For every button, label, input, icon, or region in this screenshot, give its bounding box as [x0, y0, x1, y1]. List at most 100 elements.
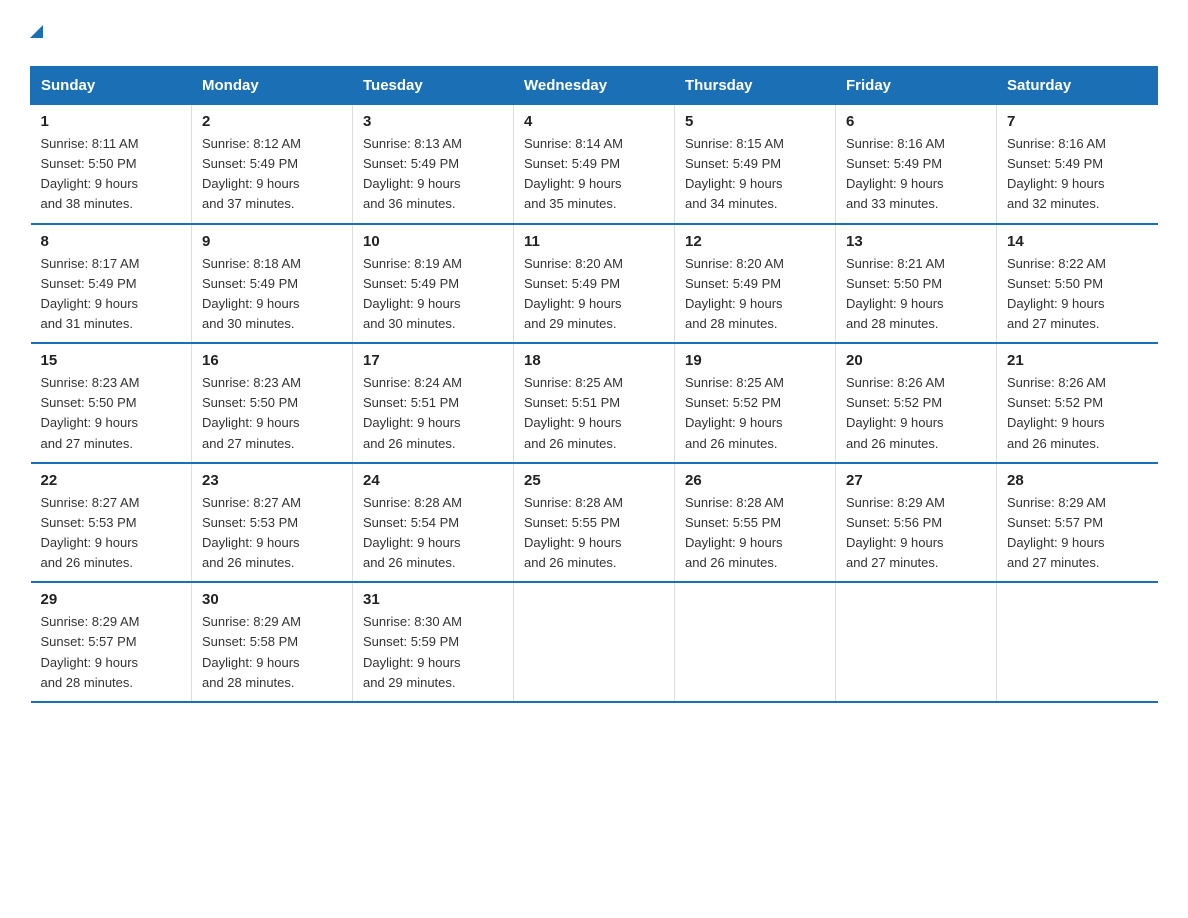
day-cell: 5 Sunrise: 8:15 AMSunset: 5:49 PMDayligh… — [675, 105, 836, 224]
day-cell: 6 Sunrise: 8:16 AMSunset: 5:49 PMDayligh… — [836, 105, 997, 224]
day-info: Sunrise: 8:23 AMSunset: 5:50 PMDaylight:… — [41, 375, 140, 450]
day-info: Sunrise: 8:16 AMSunset: 5:49 PMDaylight:… — [846, 136, 945, 211]
day-info: Sunrise: 8:26 AMSunset: 5:52 PMDaylight:… — [846, 375, 945, 450]
week-row-5: 29 Sunrise: 8:29 AMSunset: 5:57 PMDaylig… — [31, 582, 1158, 702]
day-cell: 16 Sunrise: 8:23 AMSunset: 5:50 PMDaylig… — [192, 343, 353, 463]
day-info: Sunrise: 8:25 AMSunset: 5:52 PMDaylight:… — [685, 375, 784, 450]
day-info: Sunrise: 8:29 AMSunset: 5:57 PMDaylight:… — [1007, 495, 1106, 570]
day-cell: 7 Sunrise: 8:16 AMSunset: 5:49 PMDayligh… — [997, 105, 1158, 224]
day-info: Sunrise: 8:20 AMSunset: 5:49 PMDaylight:… — [524, 256, 623, 331]
day-info: Sunrise: 8:20 AMSunset: 5:49 PMDaylight:… — [685, 256, 784, 331]
day-info: Sunrise: 8:28 AMSunset: 5:55 PMDaylight:… — [524, 495, 623, 570]
day-number: 28 — [1007, 472, 1148, 489]
day-number: 22 — [41, 472, 182, 489]
day-number: 24 — [363, 472, 503, 489]
weekday-header-wednesday: Wednesday — [514, 67, 675, 105]
day-number: 27 — [846, 472, 986, 489]
day-number: 7 — [1007, 113, 1148, 130]
day-number: 19 — [685, 352, 825, 369]
day-info: Sunrise: 8:23 AMSunset: 5:50 PMDaylight:… — [202, 375, 301, 450]
day-number: 20 — [846, 352, 986, 369]
week-row-3: 15 Sunrise: 8:23 AMSunset: 5:50 PMDaylig… — [31, 343, 1158, 463]
day-number: 5 — [685, 113, 825, 130]
weekday-header-saturday: Saturday — [997, 67, 1158, 105]
logo — [30, 20, 43, 46]
day-number: 15 — [41, 352, 182, 369]
day-info: Sunrise: 8:28 AMSunset: 5:54 PMDaylight:… — [363, 495, 462, 570]
day-cell: 27 Sunrise: 8:29 AMSunset: 5:56 PMDaylig… — [836, 463, 997, 583]
day-cell: 17 Sunrise: 8:24 AMSunset: 5:51 PMDaylig… — [353, 343, 514, 463]
day-cell: 19 Sunrise: 8:25 AMSunset: 5:52 PMDaylig… — [675, 343, 836, 463]
day-number: 3 — [363, 113, 503, 130]
day-number: 11 — [524, 233, 664, 250]
day-number: 6 — [846, 113, 986, 130]
day-number: 9 — [202, 233, 342, 250]
day-number: 8 — [41, 233, 182, 250]
day-info: Sunrise: 8:27 AMSunset: 5:53 PMDaylight:… — [41, 495, 140, 570]
calendar-table: SundayMondayTuesdayWednesdayThursdayFrid… — [30, 66, 1158, 703]
weekday-header-sunday: Sunday — [31, 67, 192, 105]
weekday-header-tuesday: Tuesday — [353, 67, 514, 105]
day-info: Sunrise: 8:19 AMSunset: 5:49 PMDaylight:… — [363, 256, 462, 331]
day-cell — [514, 582, 675, 702]
day-number: 29 — [41, 591, 182, 608]
day-cell: 28 Sunrise: 8:29 AMSunset: 5:57 PMDaylig… — [997, 463, 1158, 583]
day-number: 1 — [41, 113, 182, 130]
day-cell: 24 Sunrise: 8:28 AMSunset: 5:54 PMDaylig… — [353, 463, 514, 583]
day-number: 17 — [363, 352, 503, 369]
day-cell — [997, 582, 1158, 702]
day-info: Sunrise: 8:27 AMSunset: 5:53 PMDaylight:… — [202, 495, 301, 570]
day-info: Sunrise: 8:26 AMSunset: 5:52 PMDaylight:… — [1007, 375, 1106, 450]
day-number: 18 — [524, 352, 664, 369]
week-row-2: 8 Sunrise: 8:17 AMSunset: 5:49 PMDayligh… — [31, 224, 1158, 344]
day-info: Sunrise: 8:16 AMSunset: 5:49 PMDaylight:… — [1007, 136, 1106, 211]
day-cell — [675, 582, 836, 702]
day-info: Sunrise: 8:14 AMSunset: 5:49 PMDaylight:… — [524, 136, 623, 211]
day-info: Sunrise: 8:17 AMSunset: 5:49 PMDaylight:… — [41, 256, 140, 331]
day-cell: 15 Sunrise: 8:23 AMSunset: 5:50 PMDaylig… — [31, 343, 192, 463]
day-number: 12 — [685, 233, 825, 250]
day-cell: 25 Sunrise: 8:28 AMSunset: 5:55 PMDaylig… — [514, 463, 675, 583]
day-info: Sunrise: 8:18 AMSunset: 5:49 PMDaylight:… — [202, 256, 301, 331]
day-cell: 11 Sunrise: 8:20 AMSunset: 5:49 PMDaylig… — [514, 224, 675, 344]
day-cell: 9 Sunrise: 8:18 AMSunset: 5:49 PMDayligh… — [192, 224, 353, 344]
weekday-header-friday: Friday — [836, 67, 997, 105]
day-number: 26 — [685, 472, 825, 489]
day-cell: 8 Sunrise: 8:17 AMSunset: 5:49 PMDayligh… — [31, 224, 192, 344]
day-cell: 3 Sunrise: 8:13 AMSunset: 5:49 PMDayligh… — [353, 105, 514, 224]
day-cell: 4 Sunrise: 8:14 AMSunset: 5:49 PMDayligh… — [514, 105, 675, 224]
day-cell: 20 Sunrise: 8:26 AMSunset: 5:52 PMDaylig… — [836, 343, 997, 463]
day-cell: 10 Sunrise: 8:19 AMSunset: 5:49 PMDaylig… — [353, 224, 514, 344]
day-number: 10 — [363, 233, 503, 250]
day-number: 13 — [846, 233, 986, 250]
weekday-header-row: SundayMondayTuesdayWednesdayThursdayFrid… — [31, 67, 1158, 105]
logo-arrow-icon — [30, 25, 43, 38]
day-cell: 14 Sunrise: 8:22 AMSunset: 5:50 PMDaylig… — [997, 224, 1158, 344]
weekday-header-monday: Monday — [192, 67, 353, 105]
day-cell: 29 Sunrise: 8:29 AMSunset: 5:57 PMDaylig… — [31, 582, 192, 702]
day-info: Sunrise: 8:30 AMSunset: 5:59 PMDaylight:… — [363, 614, 462, 689]
day-info: Sunrise: 8:11 AMSunset: 5:50 PMDaylight:… — [41, 136, 139, 211]
day-cell: 22 Sunrise: 8:27 AMSunset: 5:53 PMDaylig… — [31, 463, 192, 583]
day-info: Sunrise: 8:12 AMSunset: 5:49 PMDaylight:… — [202, 136, 301, 211]
page-header — [30, 20, 1158, 46]
week-row-4: 22 Sunrise: 8:27 AMSunset: 5:53 PMDaylig… — [31, 463, 1158, 583]
day-cell: 23 Sunrise: 8:27 AMSunset: 5:53 PMDaylig… — [192, 463, 353, 583]
day-info: Sunrise: 8:29 AMSunset: 5:56 PMDaylight:… — [846, 495, 945, 570]
day-number: 16 — [202, 352, 342, 369]
day-number: 21 — [1007, 352, 1148, 369]
day-number: 31 — [363, 591, 503, 608]
week-row-1: 1 Sunrise: 8:11 AMSunset: 5:50 PMDayligh… — [31, 105, 1158, 224]
day-cell: 30 Sunrise: 8:29 AMSunset: 5:58 PMDaylig… — [192, 582, 353, 702]
day-info: Sunrise: 8:29 AMSunset: 5:58 PMDaylight:… — [202, 614, 301, 689]
day-info: Sunrise: 8:21 AMSunset: 5:50 PMDaylight:… — [846, 256, 945, 331]
day-cell: 1 Sunrise: 8:11 AMSunset: 5:50 PMDayligh… — [31, 105, 192, 224]
day-cell: 26 Sunrise: 8:28 AMSunset: 5:55 PMDaylig… — [675, 463, 836, 583]
day-info: Sunrise: 8:22 AMSunset: 5:50 PMDaylight:… — [1007, 256, 1106, 331]
day-cell: 2 Sunrise: 8:12 AMSunset: 5:49 PMDayligh… — [192, 105, 353, 224]
day-info: Sunrise: 8:28 AMSunset: 5:55 PMDaylight:… — [685, 495, 784, 570]
day-info: Sunrise: 8:15 AMSunset: 5:49 PMDaylight:… — [685, 136, 784, 211]
day-cell — [836, 582, 997, 702]
day-cell: 18 Sunrise: 8:25 AMSunset: 5:51 PMDaylig… — [514, 343, 675, 463]
day-number: 2 — [202, 113, 342, 130]
